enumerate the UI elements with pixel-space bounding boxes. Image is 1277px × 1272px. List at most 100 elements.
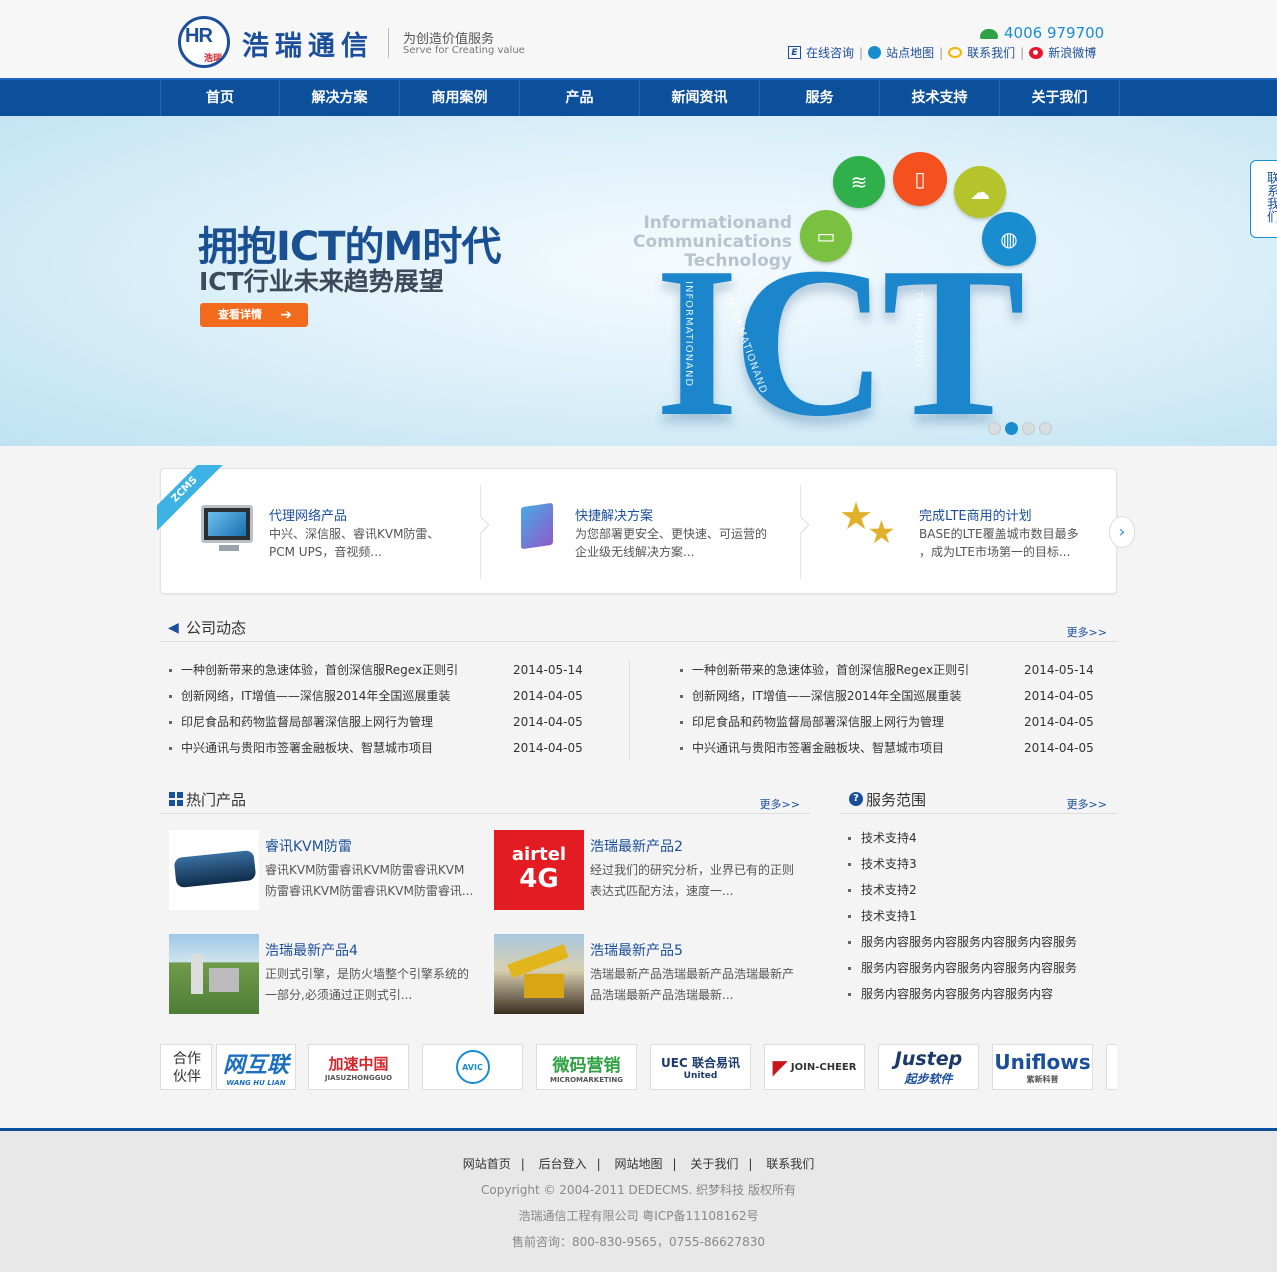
slider-dot[interactable]: [1039, 422, 1052, 435]
logo-subtext: United: [683, 1070, 718, 1081]
list-item[interactable]: 中兴通讯与贵阳市签署金融板块、智慧城市项目 2014-04-05: [169, 735, 599, 761]
link-weibo[interactable]: 新浪微博: [1024, 44, 1101, 61]
product-image: airtel 4G: [494, 830, 584, 910]
list-item[interactable]: 一种创新带来的急速体验，首创深信服Regex正则引 2014-05-14: [169, 657, 599, 683]
list-item[interactable]: 印尼食品和药物监督局部署深信服上网行为管理 2014-04-05: [680, 709, 1110, 735]
list-item[interactable]: 中兴通讯与贵阳市签署金融板块、智慧城市项目 2014-04-05: [680, 735, 1110, 761]
product-card[interactable]: 浩瑞最新产品5 浩瑞最新产品浩瑞最新产品浩瑞最新产 品浩瑞最新产品浩瑞最新...: [494, 934, 804, 1016]
footer-link-contact[interactable]: 联系我们: [766, 1157, 814, 1171]
link-contact[interactable]: 联系我们: [943, 44, 1020, 61]
feature-desc: PCM UPS，音视频...: [269, 545, 382, 559]
product-card[interactable]: 浩瑞最新产品4 正则式引擎，是防火墙整个引擎系统的 一部分,必须通过正则式引...: [169, 934, 479, 1016]
footer-link-sitemap[interactable]: 网站地图: [614, 1157, 662, 1171]
list-item[interactable]: 服务内容服务内容服务内容服务内容: [848, 981, 1077, 1007]
feature-desc: 企业级无线解决方案...: [575, 545, 695, 559]
list-item[interactable]: 服务内容服务内容服务内容服务内容服务: [848, 929, 1077, 955]
nav-about[interactable]: 关于我们: [1000, 80, 1120, 116]
list-item[interactable]: 技术支持3: [848, 851, 1077, 877]
news-date: 2014-04-05: [1024, 689, 1094, 703]
partner-logo[interactable]: UEC 联合易讯 United: [650, 1044, 751, 1090]
slogan-en: Serve for Creating value: [403, 45, 525, 56]
nav-home[interactable]: 首页: [160, 80, 280, 116]
partner-logo[interactable]: [1106, 1044, 1117, 1090]
logo-sub: 浩瑞: [204, 54, 223, 64]
news-title: 一种创新带来的急速体验，首创深信服Regex正则引: [692, 663, 970, 677]
product-card[interactable]: 睿讯KVM防雷 睿讯KVM防雷睿讯KVM防雷睿讯KVM 防雷睿讯KVM防雷睿讯KV…: [169, 830, 479, 912]
company-news-list-left: 一种创新带来的急速体验，首创深信服Regex正则引 2014-05-14 创新网络…: [169, 657, 599, 761]
view-details-button[interactable]: 查看详情 ➔: [200, 303, 308, 327]
partner-logo[interactable]: Uniflows 紫新科普: [992, 1044, 1093, 1090]
contact-us-side-tab[interactable]: 联系我们: [1250, 160, 1277, 238]
phone-icon: [980, 28, 998, 39]
list-item[interactable]: 一种创新带来的急速体验，首创深信服Regex正则引 2014-05-14: [680, 657, 1110, 683]
brand-name: 浩瑞通信: [242, 31, 374, 62]
site-header: HR 浩瑞 浩瑞通信 为创造价值服务 Serve for Creating va…: [0, 0, 1277, 78]
nav-products[interactable]: 产品: [520, 80, 640, 116]
logo-text: 网互联: [222, 1053, 289, 1078]
link-online-consult[interactable]: E 在线咨询: [783, 44, 859, 61]
services-more-link[interactable]: 更多>>: [1067, 796, 1107, 812]
main-nav: 首页 解决方案 商用案例 产品 新闻资讯 服务 技术支持 关于我们: [0, 78, 1277, 116]
slider-dot-active[interactable]: [1005, 422, 1018, 435]
feature-desc: ，成为LTE市场第一的目标...: [919, 545, 1071, 559]
presales-hotline: 售前咨询：800-830-9565，0755-86627830: [512, 1235, 765, 1249]
mobile-phone-icon: ▯: [893, 152, 947, 206]
product-image: [494, 934, 584, 1014]
list-item[interactable]: 创新网络，IT增值——深信服2014年全国巡展重装 2014-04-05: [680, 683, 1110, 709]
company-news-header: ◀ 公司动态 更多>>: [160, 610, 1117, 642]
nav-cases[interactable]: 商用案例: [400, 80, 520, 116]
nav-solutions[interactable]: 解决方案: [280, 80, 400, 116]
globe-network-icon: ◍: [982, 212, 1036, 266]
list-item[interactable]: 技术支持1: [848, 903, 1077, 929]
news-title: 印尼食品和药物监督局部署深信服上网行为管理: [181, 715, 434, 729]
bullet: [680, 747, 683, 750]
list-item[interactable]: 创新网络，IT增值——深信服2014年全国巡展重装 2014-04-05: [169, 683, 599, 709]
list-item[interactable]: 技术支持4: [848, 825, 1077, 851]
hot-products-title: 热门产品: [186, 791, 247, 809]
product-name: 睿讯KVM防雷: [265, 839, 352, 855]
top-links: E 在线咨询 | 站点地图 | 联系我们 | 新浪微博: [783, 44, 1101, 61]
logo-subtext: JIASUZHONGGUO: [324, 1073, 393, 1082]
feature-title: 代理网络产品: [269, 509, 348, 524]
grid-icon: [169, 792, 183, 806]
partner-logo[interactable]: ◤ JOIN-CHEER: [764, 1044, 865, 1090]
news-date: 2014-05-14: [1024, 663, 1094, 677]
desc-line: 睿讯KVM防雷睿讯KVM防雷睿讯KVM: [265, 863, 465, 877]
feature-title: 完成LTE商用的计划: [919, 509, 1032, 524]
bullet: [169, 747, 172, 750]
nav-news[interactable]: 新闻资讯: [640, 80, 760, 116]
partner-logo[interactable]: Justep 起步软件: [878, 1044, 979, 1090]
feature-item[interactable]: ★★ 完成LTE商用的计划 BASE的LTE覆盖城市数目最多 ，成为LTE市场第…: [801, 469, 1118, 595]
list-item[interactable]: 技术支持2: [848, 877, 1077, 903]
footer-link-home[interactable]: 网站首页: [463, 1157, 511, 1171]
slider-dot[interactable]: [1022, 422, 1035, 435]
hot-products-more-link[interactable]: 更多>>: [760, 796, 800, 812]
company-news-title: 公司动态: [186, 619, 247, 637]
logo[interactable]: HR 浩瑞: [178, 16, 230, 68]
company-news-more-link[interactable]: 更多>>: [1067, 624, 1107, 640]
footer-link-about[interactable]: 关于我们: [690, 1157, 738, 1171]
speaker-icon: ◀: [168, 620, 179, 636]
nav-support[interactable]: 技术支持: [880, 80, 1000, 116]
product-card[interactable]: airtel 4G 浩瑞最新产品2 经过我们的研究分析，业界已有的正则 表达式匹配方…: [494, 830, 804, 912]
feature-item[interactable]: 快捷解决方案 为您部署更安全、更快速、可运营的 企业级无线解决方案...: [481, 469, 801, 595]
desc-line: 经过我们的研究分析，业界已有的正则: [590, 863, 795, 877]
nav-service[interactable]: 服务: [760, 80, 880, 116]
features-strip: ZCMS 代理网络产品 中兴、深信服、睿讯KVM防雷、 PCM UPS，音视频.…: [157, 465, 1118, 595]
product-name: 浩瑞最新产品4: [265, 943, 358, 959]
product-name: 浩瑞最新产品5: [590, 943, 683, 959]
arrow-right-icon: ➔: [280, 307, 292, 323]
features-next-button[interactable]: ›: [1109, 516, 1135, 548]
partner-logo[interactable]: 网互联 WANG HU LIAN: [216, 1044, 296, 1090]
list-item[interactable]: 印尼食品和药物监督局部署深信服上网行为管理 2014-04-05: [169, 709, 599, 735]
desc-line: 防雷睿讯KVM防雷睿讯KVM防雷睿讯...: [265, 884, 474, 898]
link-sitemap[interactable]: 站点地图: [863, 44, 939, 61]
list-item[interactable]: 服务内容服务内容服务内容服务内容服务: [848, 955, 1077, 981]
feature-item[interactable]: 代理网络产品 中兴、深信服、睿讯KVM防雷、 PCM UPS，音视频...: [161, 469, 481, 595]
partner-logo[interactable]: 加速中国 JIASUZHONGGUO: [308, 1044, 409, 1090]
slider-dot[interactable]: [988, 422, 1001, 435]
partner-logo[interactable]: AVIC: [422, 1044, 523, 1090]
footer-link-admin[interactable]: 后台登入: [539, 1157, 587, 1171]
logo-text: Uniflows: [994, 1049, 1091, 1074]
partner-logo[interactable]: 微码营销 MICROMARKETING: [536, 1044, 637, 1090]
